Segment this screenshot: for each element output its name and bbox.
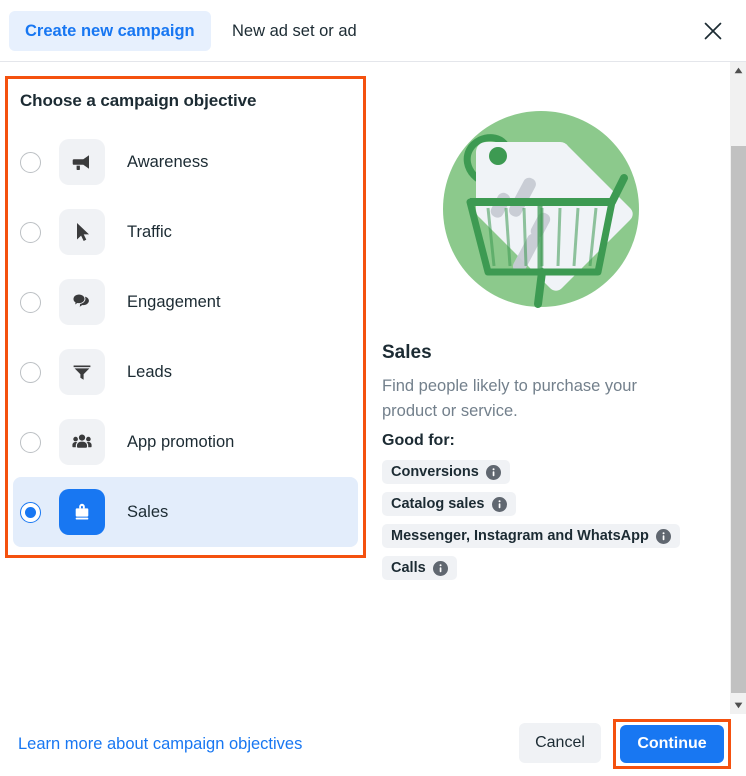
dialog-body: Choose a campaign objective Awareness Tr… (0, 62, 746, 714)
tab-new-ad-set-or-ad[interactable]: New ad set or ad (232, 11, 357, 51)
cancel-button-label: Cancel (535, 734, 585, 751)
chevron-down-icon (734, 702, 743, 709)
info-icon[interactable] (485, 464, 501, 480)
tab-create-new-campaign-label: Create new campaign (25, 21, 195, 40)
scroll-up-button[interactable] (730, 62, 746, 79)
radio-sales[interactable] (20, 501, 41, 523)
objective-panel-title: Choose a campaign objective (20, 91, 257, 110)
continue-button-highlight: Continue (613, 719, 731, 769)
chat-bubbles-icon (59, 279, 105, 325)
objective-list: Awareness Traffic Engagement Leads App p… (8, 127, 363, 547)
objective-row-awareness[interactable]: Awareness (8, 127, 363, 197)
scroll-down-button[interactable] (730, 697, 746, 714)
objective-label-leads: Leads (127, 362, 172, 381)
objective-row-traffic[interactable]: Traffic (8, 197, 363, 267)
objective-row-engagement[interactable]: Engagement (8, 267, 363, 337)
badge-conversions-label: Conversions (391, 464, 479, 480)
objective-detail-panel: Sales Find people likely to purchase you… (380, 62, 710, 714)
detail-title: Sales (382, 342, 432, 363)
info-icon[interactable] (491, 496, 507, 512)
objective-row-sales[interactable]: Sales (13, 477, 358, 547)
objective-label-awareness: Awareness (127, 152, 209, 171)
badge-calls: Calls (382, 556, 457, 580)
close-icon (704, 22, 722, 40)
badge-calls-label: Calls (391, 560, 426, 576)
badge-messenger-instagram-whatsapp-label: Messenger, Instagram and WhatsApp (391, 528, 649, 544)
tab-create-new-campaign[interactable]: Create new campaign (9, 11, 211, 51)
shopping-cart-price-tag-illustration (436, 104, 646, 314)
badge-messenger-instagram-whatsapp: Messenger, Instagram and WhatsApp (382, 524, 680, 548)
objective-label-app-promotion: App promotion (127, 432, 235, 451)
cursor-icon (59, 209, 105, 255)
vertical-scrollbar[interactable] (729, 62, 746, 714)
info-icon[interactable] (655, 528, 671, 544)
objective-label-sales: Sales (127, 502, 169, 521)
campaign-objective-panel: Choose a campaign objective Awareness Tr… (5, 76, 366, 558)
badge-catalog-sales: Catalog sales (382, 492, 516, 516)
objective-label-engagement: Engagement (127, 292, 221, 311)
radio-leads[interactable] (20, 361, 41, 383)
radio-traffic[interactable] (20, 221, 41, 243)
shopping-bag-icon (59, 489, 105, 535)
objective-row-app-promotion[interactable]: App promotion (8, 407, 363, 477)
scrollbar-thumb[interactable] (731, 146, 746, 693)
learn-more-link[interactable]: Learn more about campaign objectives (18, 735, 302, 754)
continue-button-label: Continue (637, 735, 707, 752)
info-icon[interactable] (432, 560, 448, 576)
objective-label-traffic: Traffic (127, 222, 172, 241)
radio-engagement[interactable] (20, 291, 41, 313)
radio-awareness[interactable] (20, 151, 41, 173)
cancel-button[interactable]: Cancel (519, 723, 601, 763)
funnel-icon (59, 349, 105, 395)
dialog-header: Create new campaign New ad set or ad (0, 0, 746, 62)
objective-row-leads[interactable]: Leads (8, 337, 363, 407)
radio-app-promotion[interactable] (20, 431, 41, 453)
good-for-label: Good for: (382, 432, 455, 449)
detail-description: Find people likely to purchase your prod… (382, 377, 637, 420)
continue-button[interactable]: Continue (620, 725, 724, 763)
tab-new-ad-set-or-ad-label: New ad set or ad (232, 21, 357, 40)
close-button[interactable] (696, 14, 730, 48)
megaphone-icon (59, 139, 105, 185)
chevron-up-icon (734, 67, 743, 74)
people-group-icon (59, 419, 105, 465)
badge-conversions: Conversions (382, 460, 510, 484)
good-for-badge-list: Conversions Catalog sales Messenger, Ins… (382, 460, 680, 580)
badge-catalog-sales-label: Catalog sales (391, 496, 485, 512)
